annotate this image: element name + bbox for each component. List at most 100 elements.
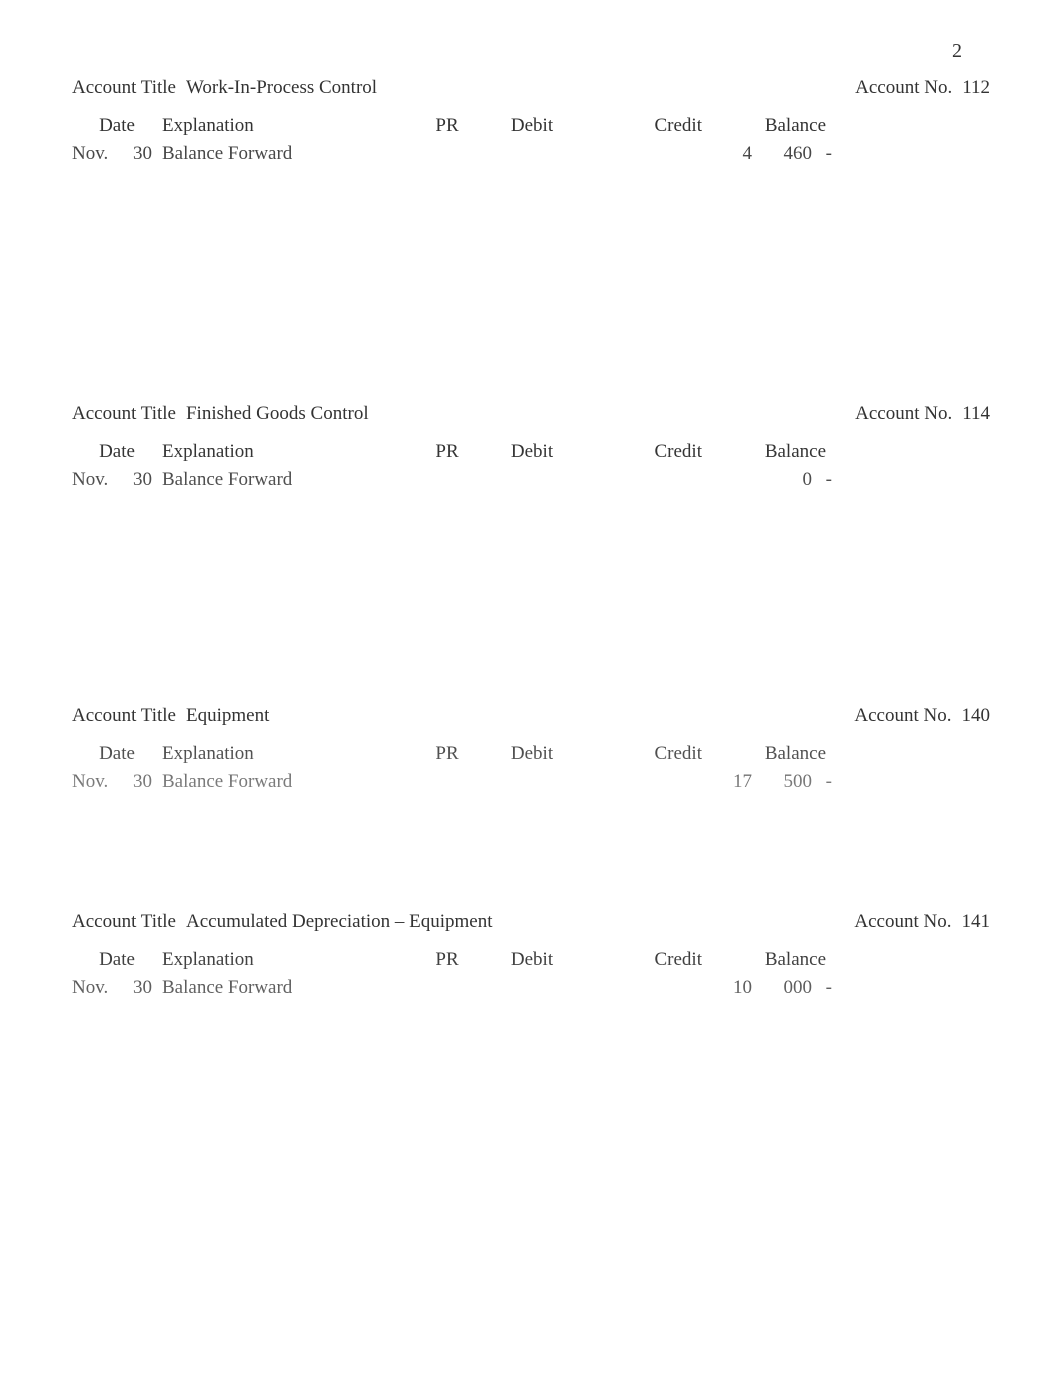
- cell-balance-thousands: 10: [712, 977, 752, 999]
- table-row: [68, 541, 994, 565]
- table-row: [68, 613, 994, 637]
- col-explanation: Explanation: [162, 949, 422, 971]
- cell-balance-dash: -: [812, 143, 832, 165]
- col-debit: Debit: [472, 115, 592, 137]
- table-row: [68, 239, 994, 263]
- cell-month: Nov.: [72, 469, 122, 491]
- account-title-value: Finished Goods Control: [186, 403, 369, 425]
- table-row: Nov.30Balance Forward17500-: [68, 769, 994, 795]
- table-row: Nov.30Balance Forward10000-: [68, 975, 994, 1001]
- ledger-header: Account Title Accumulated Depreciation – …: [68, 911, 994, 933]
- table-row: [68, 637, 994, 661]
- table-row: [68, 311, 994, 335]
- table-row: [68, 1073, 994, 1097]
- table-row: [68, 1025, 994, 1049]
- col-pr: PR: [422, 743, 472, 765]
- account-no-value: 114: [962, 403, 990, 425]
- table-row: [68, 795, 994, 819]
- column-headers: DateExplanationPRDebitCreditBalance: [68, 439, 994, 465]
- cell-explanation: Balance Forward: [162, 977, 422, 999]
- account-title-label: Account Title: [72, 911, 176, 933]
- table-row: [68, 1049, 994, 1073]
- col-debit: Debit: [472, 441, 592, 463]
- table-row: [68, 1001, 994, 1025]
- cell-balance-dash: -: [812, 469, 832, 491]
- col-credit: Credit: [592, 441, 712, 463]
- account-title-value: Accumulated Depreciation – Equipment: [186, 911, 493, 933]
- col-explanation: Explanation: [162, 115, 422, 137]
- ledger-card: Account Title Finished Goods Control Accou…: [60, 397, 1002, 661]
- col-credit: Credit: [592, 949, 712, 971]
- cell-explanation: Balance Forward: [162, 771, 422, 793]
- cell-month: Nov.: [72, 771, 122, 793]
- cell-day: 30: [122, 469, 162, 491]
- account-no-label: Account No.: [854, 705, 951, 727]
- cell-balance-thousands: 17: [712, 771, 752, 793]
- table-row: [68, 819, 994, 843]
- ledger-card: Account TitleWork-In-Process ControlAcco…: [60, 71, 1002, 359]
- account-no-value: 141: [962, 911, 991, 933]
- column-headers: DateExplanationPRDebitCreditBalance: [68, 741, 994, 767]
- account-title-label: Account Title: [72, 705, 176, 727]
- col-balance: Balance: [712, 949, 832, 971]
- account-title-label: Account Title: [72, 403, 176, 425]
- col-debit: Debit: [472, 949, 592, 971]
- cell-explanation: Balance Forward: [162, 469, 422, 491]
- table-row: Nov.30Balance Forward 0-: [68, 467, 994, 493]
- col-balance: Balance: [712, 743, 832, 765]
- table-row: [68, 263, 994, 287]
- ledger-card: Account Title Accumulated Depreciation – …: [60, 905, 1002, 1121]
- cell-balance-thousands: 4: [712, 143, 752, 165]
- table-row: [68, 335, 994, 359]
- col-pr: PR: [422, 441, 472, 463]
- account-no-value: 112: [962, 77, 990, 99]
- column-headers: DateExplanationPRDebitCreditBalance: [68, 947, 994, 973]
- col-date: Date: [72, 441, 162, 463]
- col-date: Date: [72, 949, 162, 971]
- table-row: [68, 287, 994, 311]
- ledgers-container: Account Title Work-In-Process Control Acco…: [60, 71, 1002, 1121]
- col-balance: Balance: [712, 441, 832, 463]
- table-row: [68, 589, 994, 613]
- table-row: [68, 191, 994, 215]
- cell-balance-dash: -: [812, 771, 832, 793]
- cell-day: 30: [122, 977, 162, 999]
- table-row: [68, 167, 994, 191]
- ledger-header: Account Title Finished Goods Control Accou…: [68, 403, 994, 425]
- table-row: [68, 1097, 994, 1121]
- col-balance: Balance: [712, 115, 832, 137]
- col-pr: PR: [422, 949, 472, 971]
- ledger-header: Account Title Equipment Account No. 140: [68, 705, 994, 727]
- col-debit: Debit: [472, 743, 592, 765]
- col-date: Date: [72, 743, 162, 765]
- account-title-value: Equipment: [186, 705, 269, 727]
- table-row: [68, 843, 994, 867]
- cell-balance-hundreds: 0: [752, 469, 812, 491]
- cell-balance-hundreds: 460: [752, 143, 812, 165]
- cell-balance-hundreds: 500: [752, 771, 812, 793]
- account-no-value: 140: [962, 705, 991, 727]
- cell-balance-dash: -: [812, 977, 832, 999]
- col-pr: PR: [422, 115, 472, 137]
- table-row: [68, 517, 994, 541]
- table-row: [68, 565, 994, 589]
- ledger-header: Account TitleWork-In-Process ControlAcco…: [68, 77, 994, 99]
- table-row: [68, 215, 994, 239]
- cell-day: 30: [122, 143, 162, 165]
- table-row: [68, 493, 994, 517]
- cell-month: Nov.: [72, 143, 122, 165]
- page-number: 2: [60, 40, 1002, 63]
- col-explanation: Explanation: [162, 743, 422, 765]
- col-date: Date: [72, 115, 162, 137]
- account-no-label: Account No.: [855, 77, 952, 99]
- account-no-label: Account No.: [854, 911, 951, 933]
- account-title-value: Work-In-Process Control: [186, 77, 377, 99]
- col-credit: Credit: [592, 115, 712, 137]
- column-headers: DateExplanationPRDebitCreditBalance: [68, 113, 994, 139]
- account-no-label: Account No.: [855, 403, 952, 425]
- col-credit: Credit: [592, 743, 712, 765]
- cell-explanation: Balance Forward: [162, 143, 422, 165]
- cell-month: Nov.: [72, 977, 122, 999]
- ledger-card: Account Title Equipment Account No. 140 Date…: [60, 699, 1002, 867]
- col-explanation: Explanation: [162, 441, 422, 463]
